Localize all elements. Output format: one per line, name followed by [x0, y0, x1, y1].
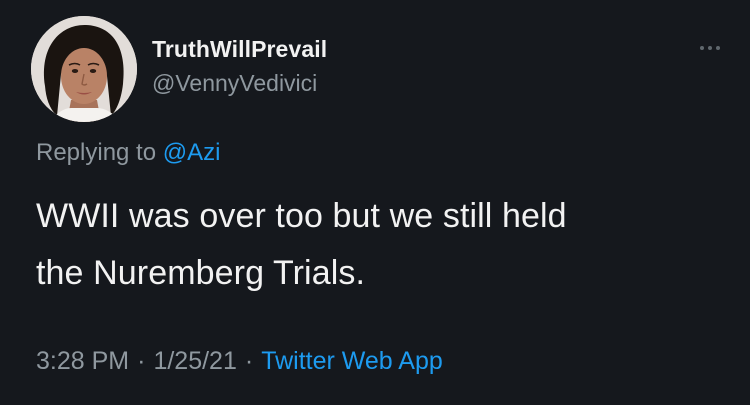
more-horizontal-icon-dot: [716, 46, 720, 50]
tweet-text: WWII was over too but we still held the …: [36, 188, 726, 302]
meta-separator: ·: [244, 347, 254, 375]
avatar[interactable]: [31, 16, 137, 122]
replying-to-label: Replying to: [36, 139, 157, 166]
more-options-button[interactable]: [692, 38, 728, 58]
avatar-image: [31, 16, 137, 122]
tweet-card: TruthWillPrevail @VennyVedivici Replying…: [0, 0, 750, 405]
more-horizontal-icon-dot: [708, 46, 712, 50]
display-name[interactable]: TruthWillPrevail: [152, 36, 327, 63]
user-handle[interactable]: @VennyVedivici: [152, 70, 317, 97]
tweet-source-link[interactable]: Twitter Web App: [261, 347, 443, 375]
more-horizontal-icon: [700, 46, 704, 50]
replying-to: Replying to @Azi: [36, 139, 220, 167]
reply-mention-link[interactable]: @Azi: [163, 139, 221, 166]
tweet-text-line: the Nuremberg Trials.: [36, 254, 366, 292]
tweet-metadata: 3:28 PM · 1/25/21 · Twitter Web App: [36, 347, 443, 376]
meta-separator: ·: [137, 347, 146, 375]
tweet-date[interactable]: 1/25/21: [153, 347, 236, 375]
tweet-time[interactable]: 3:28 PM: [36, 347, 129, 375]
tweet-text-line: WWII was over too but we still held: [36, 197, 567, 235]
